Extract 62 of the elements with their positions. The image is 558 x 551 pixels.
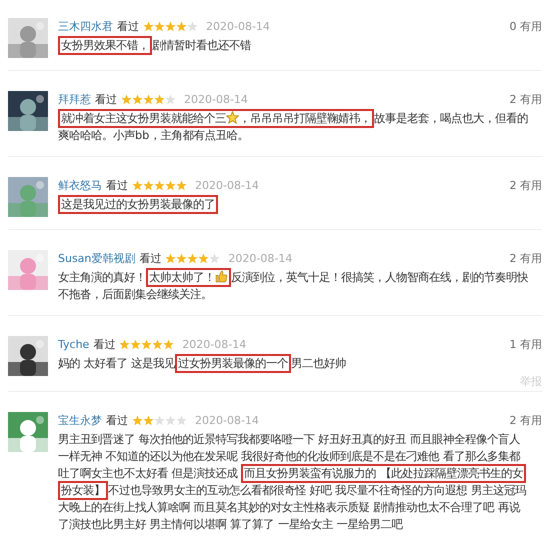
star-icon [143, 414, 154, 426]
review-text: 这是我见过的女扮男装最像的了 [58, 196, 542, 213]
watch-status: 看过 [117, 18, 139, 34]
star-icon [143, 180, 154, 190]
star-icon [187, 20, 198, 32]
review-date: 2020-08-14 [195, 414, 259, 426]
star-icon [143, 20, 154, 32]
user-name[interactable]: Susan爱韩视剧 [58, 250, 136, 266]
watch-status: 看过 [139, 250, 162, 266]
review-text: 女扮男效果不错， 剧情暂时看也还不错 [58, 37, 542, 54]
watch-status: 看过 [95, 92, 117, 106]
star-icon [141, 338, 152, 350]
star-icon [121, 94, 132, 104]
star-icon [152, 338, 164, 350]
star-icon [165, 414, 176, 426]
star-icon [132, 180, 143, 190]
star-icon [154, 94, 165, 104]
review-date: 2020-08-14 [184, 92, 248, 106]
review-date: 2020-08-14 [228, 252, 292, 264]
star-icon [176, 180, 187, 190]
user-name[interactable]: Tyche [58, 338, 90, 350]
star-icon [165, 252, 176, 264]
star-icon [132, 94, 143, 104]
star-icon [119, 338, 130, 350]
star-icon [130, 338, 142, 350]
star-icon [163, 338, 174, 350]
useful-count[interactable]: 2 有用 [510, 250, 542, 266]
star-icon [154, 180, 165, 190]
useful-count[interactable]: 2 有用 [510, 92, 542, 106]
user-name[interactable]: 鲜衣怒马 [58, 178, 102, 192]
watch-status: 看过 [93, 336, 116, 352]
review-text: 妈的 太好看了 这是我见 过女扮男装最像的一个 男二也好帅 [58, 355, 542, 372]
star-icon [143, 94, 154, 104]
useful-count[interactable]: 0 有用 [510, 18, 542, 34]
star-icon [198, 252, 210, 264]
review-date: 2020-08-14 [182, 338, 246, 350]
user-name[interactable]: 拜拜惹 [58, 92, 91, 106]
star-icon [209, 252, 220, 264]
review-date: 2020-08-14 [206, 20, 270, 32]
review-date: 2020-08-14 [195, 178, 259, 192]
star-icon [176, 20, 187, 32]
useful-count[interactable]: 1 有用 [510, 336, 542, 352]
star-icon [176, 414, 187, 426]
watch-status: 看过 [106, 412, 128, 428]
useful-count[interactable]: 2 有用 [510, 412, 542, 428]
star-icon [226, 111, 239, 124]
star-icon [154, 414, 165, 426]
star-icon [176, 252, 188, 264]
review-text: 男主丑到晋迷了 每次拍他的近景特写我都要咯噔一下 好丑好丑真的好丑 而且眼神全程像个盲人一样无神 不知道的还以为他在发呆呢 我很好奇他的化妆师到底是不是在刁难他 看了那么多集都吐了啊女主也不太好看 但是演技还成 而且女扮男装蛮有说服力的 【此处拉踩隔壁漂亮书生的女扮女装】 不过也导致男女主的互动怎么看都很奇怪 好吧 我尽量不往奇怪的方向遐想 男主这冠玛大晚上的在街上找人算啥啊 而且莫名其妙的对女主性格表示质疑 剧情推动也太不合理了吧 再说了演技也比男主好 男主情何以堪啊 算了算了 一星给女主 一星给男二吧 [58, 432, 527, 533]
star-icon [165, 180, 176, 190]
review-text: 就冲着女主这女扮男装就能给个三 ，吊吊吊吊打隔壁鞠婧祎， 故事是老套，喝点也大，但看的爽哈哈哈。小声bb，主角都有点丑哈。 [58, 110, 542, 144]
star-icon [154, 20, 165, 32]
user-name[interactable]: 三木四水君 [58, 18, 113, 34]
star-icon [165, 20, 176, 32]
user-name[interactable]: 宝生永梦 [58, 412, 102, 428]
useful-count[interactable]: 2 有用 [510, 178, 542, 192]
thumbs-up-icon [215, 270, 228, 283]
watch-status: 看过 [106, 178, 128, 192]
review-text: 女主角演的真好！ 太帅太帅了！ 反演到位，英气十足！很搞笑，人物智商在线，剧的节奏明快不拖沓，后面剧集会继续关注。 [58, 269, 542, 303]
star-icon [165, 94, 176, 104]
star-icon [187, 252, 198, 264]
star-icon [132, 414, 143, 426]
